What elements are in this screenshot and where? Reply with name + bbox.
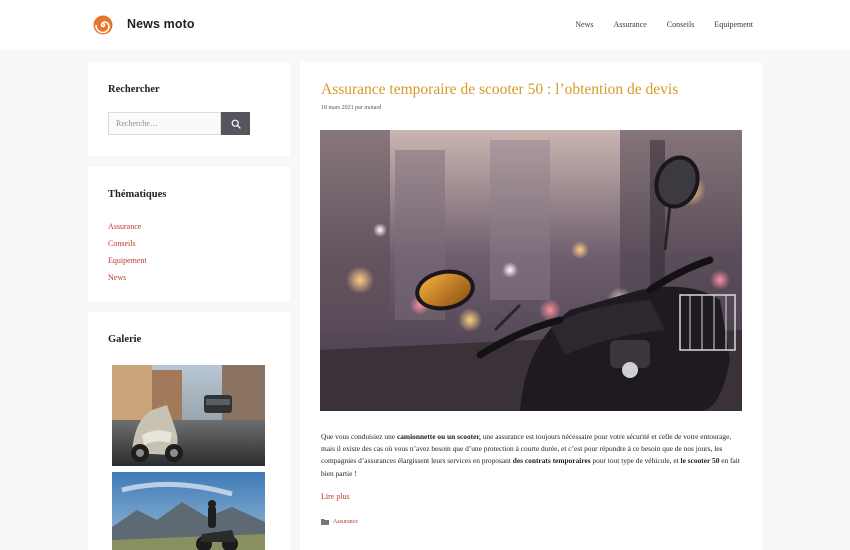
excerpt-text: Que vous conduisiez une	[321, 432, 397, 441]
nav-item-conseils[interactable]: Conseils	[667, 20, 695, 29]
search-button[interactable]	[221, 112, 250, 135]
gallery-widget: Galerie	[88, 312, 290, 550]
article-card: Assurance temporaire de scooter 50 : l’o…	[300, 62, 762, 550]
topic-link-news[interactable]: News	[108, 273, 126, 282]
list-item: News	[108, 269, 147, 286]
excerpt-bold: le scooter 50	[680, 456, 720, 466]
gallery-image-motorbike-landscape[interactable]	[112, 472, 265, 550]
category-link-assurance[interactable]: Assurance	[333, 519, 358, 525]
list-item: Equipement	[108, 252, 147, 269]
topic-link-assurance[interactable]: Assurance	[108, 222, 141, 231]
spiral-logo-icon[interactable]	[93, 15, 113, 35]
read-more-link[interactable]: Lire plus	[321, 492, 350, 501]
topics-widget-title: Thématiques	[108, 189, 167, 200]
excerpt-bold: des contrats temporaires	[512, 456, 591, 466]
search-input[interactable]	[108, 112, 221, 135]
list-item: Assurance	[108, 218, 147, 235]
article-excerpt: Que vous conduisiez une camionnette ou u…	[321, 431, 743, 480]
article-meta: 18 mars 2021 par motard	[321, 105, 382, 111]
nav-item-assurance[interactable]: Assurance	[613, 20, 646, 29]
list-item: Conseils	[108, 235, 147, 252]
gallery-image-scooter-street[interactable]	[112, 365, 265, 466]
topic-link-equipement[interactable]: Equipement	[108, 256, 147, 265]
article-hero-image[interactable]	[320, 130, 742, 411]
excerpt-bold: camionnette ou un scooter,	[396, 432, 481, 441]
article-title[interactable]: Assurance temporaire de scooter 50 : l’o…	[321, 81, 678, 99]
site-header: News moto News Assurance Conseils Equipe…	[0, 0, 850, 50]
topics-widget: Thématiques Assurance Conseils Equipemen…	[88, 167, 290, 301]
folder-icon	[321, 519, 329, 525]
nav-item-equipement[interactable]: Equipement	[714, 20, 753, 29]
nav-item-news[interactable]: News	[575, 20, 593, 29]
article-category: Assurance	[321, 518, 358, 525]
search-icon	[231, 119, 241, 129]
excerpt-text: pour tout type de véhicule, et	[590, 456, 681, 466]
topic-link-conseils[interactable]: Conseils	[108, 239, 136, 248]
search-widget: Rechercher	[88, 62, 290, 156]
gallery-widget-title: Galerie	[108, 334, 142, 345]
search-widget-title: Rechercher	[108, 84, 160, 95]
topic-list: Assurance Conseils Equipement News	[108, 218, 147, 286]
site-title[interactable]: News moto	[127, 17, 195, 31]
main-nav: News Assurance Conseils Equipement	[575, 20, 753, 29]
